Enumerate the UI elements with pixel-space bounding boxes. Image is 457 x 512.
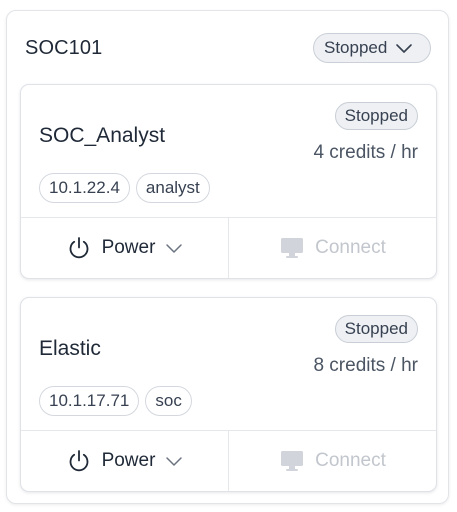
vm-actions: Power Connect	[21, 430, 436, 491]
vm-name: Elastic	[39, 337, 101, 360]
power-button[interactable]: Power	[21, 218, 229, 278]
vm-tags: 10.1.17.71 soc	[39, 386, 192, 416]
power-label: Power	[101, 237, 156, 258]
connect-label: Connect	[315, 237, 386, 258]
vm-credits: 8 credits / hr	[313, 355, 418, 376]
group-title: SOC101	[25, 37, 103, 59]
role-tag: soc	[145, 386, 192, 416]
connect-label: Connect	[315, 450, 386, 471]
monitor-icon	[281, 451, 304, 471]
vm-credits: 4 credits / hr	[313, 142, 418, 163]
power-icon	[69, 237, 88, 259]
connect-button[interactable]: Connect	[229, 431, 436, 491]
power-icon	[69, 450, 88, 472]
chevron-down-icon	[166, 244, 183, 253]
chevron-down-icon	[166, 457, 183, 466]
chevron-down-icon	[396, 44, 413, 53]
status-badge: Stopped	[334, 315, 418, 343]
power-label: Power	[101, 450, 156, 471]
vm-name: SOC_Analyst	[39, 124, 166, 147]
group-status-dropdown[interactable]: Stopped	[313, 33, 431, 63]
ip-tag: 10.1.17.71	[39, 386, 140, 416]
role-tag: analyst	[135, 173, 210, 203]
status-badge: Stopped	[334, 102, 418, 130]
machine-group-panel: SOC101 Stopped Stopped SOC_Analyst 4 cre…	[6, 10, 449, 504]
vm-actions: Power Connect	[21, 217, 436, 278]
vm-card: Stopped Elastic 8 credits / hr 10.1.17.7…	[20, 297, 437, 492]
vm-card: Stopped SOC_Analyst 4 credits / hr 10.1.…	[20, 84, 437, 279]
group-header: SOC101 Stopped	[7, 11, 448, 83]
ip-tag: 10.1.22.4	[39, 173, 130, 203]
power-button[interactable]: Power	[21, 431, 229, 491]
monitor-icon	[281, 238, 304, 258]
connect-button[interactable]: Connect	[229, 218, 436, 278]
group-status-label: Stopped	[324, 38, 388, 57]
vm-tags: 10.1.22.4 analyst	[39, 173, 210, 203]
